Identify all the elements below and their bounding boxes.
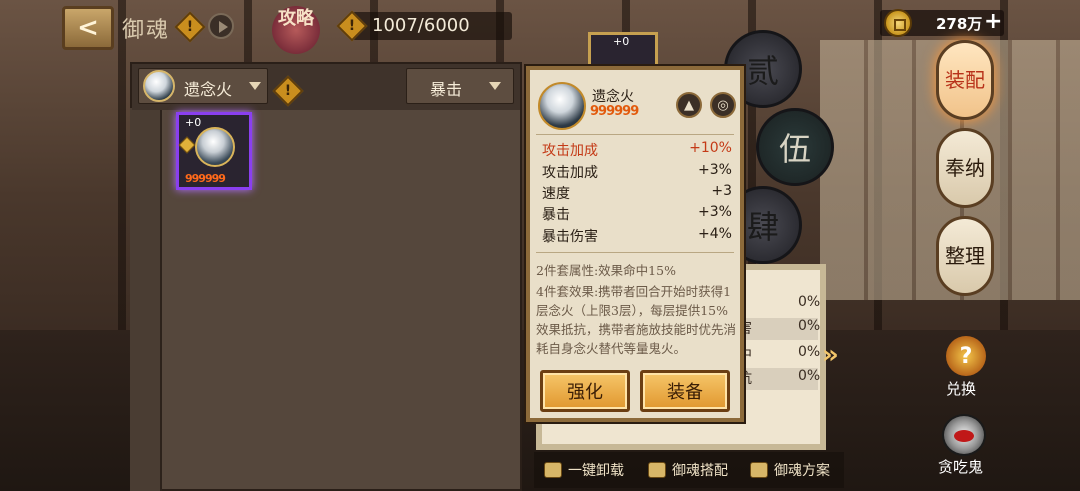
- divider: [536, 134, 734, 135]
- match-icon: [648, 462, 666, 478]
- unequip-icon: [544, 462, 562, 478]
- divider: [536, 252, 734, 253]
- equip-button[interactable]: 装备: [640, 370, 730, 412]
- coin-amount: 278万: [936, 15, 983, 33]
- play-icon[interactable]: [208, 13, 234, 39]
- set-avatar-icon: [143, 70, 175, 102]
- exchange-label[interactable]: 兑换: [946, 378, 976, 399]
- soul-count: 1007/6000: [372, 15, 470, 36]
- chevron-right-icon[interactable]: »: [822, 340, 850, 370]
- back-arrow-icon: <: [77, 13, 99, 43]
- sub-stat: 暴击 +3%: [542, 204, 732, 223]
- guide-button[interactable]: 攻略: [272, 6, 320, 54]
- offer-tab[interactable]: 奉纳: [936, 128, 994, 208]
- unequip-all-button[interactable]: 一键卸载: [544, 460, 624, 480]
- chevron-down-icon: [489, 82, 501, 90]
- tooltip-name: 遗念火: [592, 89, 634, 105]
- soul-item-card[interactable]: +0 999999: [176, 112, 252, 190]
- soul-stars: 999999: [185, 172, 226, 185]
- add-coin-button[interactable]: +: [984, 11, 1004, 33]
- lock-icon[interactable]: ▲: [676, 92, 702, 118]
- sub-stat: 攻击加成 +3%: [542, 162, 732, 181]
- sub-stat: 暴击伤害 +4%: [542, 226, 732, 245]
- slot-tag-5[interactable]: 伍: [756, 108, 834, 186]
- back-button[interactable]: <: [62, 6, 114, 50]
- equip-tab[interactable]: 装配: [936, 40, 994, 120]
- ghost-label[interactable]: 贪吃鬼: [938, 456, 983, 477]
- sub-stat: 速度 +3: [542, 183, 732, 202]
- inventory-sidebar: [130, 108, 162, 491]
- coin-icon: [884, 9, 912, 37]
- tooltip-avatar: [538, 82, 586, 130]
- exchange-icon[interactable]: ?: [946, 336, 986, 376]
- info-icon[interactable]: !: [174, 11, 206, 43]
- soul-plan-button[interactable]: 御魂方案: [750, 460, 830, 480]
- stat-filter-label: 暴击: [430, 80, 463, 99]
- slot-card-top[interactable]: +0: [588, 32, 658, 68]
- set2-effect: 2件套属性:效果命中15%: [536, 263, 676, 278]
- top-bar: < 御魂 ! 攻略 ! 1007/6000 278万 +: [0, 0, 1080, 58]
- enhance-button[interactable]: 强化: [540, 370, 630, 412]
- plan-icon: [750, 462, 768, 478]
- main-stat: 攻击加成 +10%: [542, 140, 732, 159]
- page-title: 御魂: [122, 18, 171, 43]
- attr-row: 抗 0%: [738, 368, 820, 390]
- attr-row: 0%: [798, 294, 821, 310]
- discard-icon[interactable]: ◎: [710, 92, 736, 118]
- set4-effect: 4件套效果:携带者回合开始时获得1层念火（上限3层），每层提供15%效果抵抗，携…: [536, 284, 737, 356]
- sort-tab[interactable]: 整理: [936, 216, 994, 296]
- ghost-icon[interactable]: [942, 414, 986, 456]
- slot-gem-icon: [178, 136, 196, 154]
- tooltip-stars: 999999: [590, 104, 639, 119]
- attr-row: 害 0%: [738, 318, 820, 340]
- soul-match-button[interactable]: 御魂搭配: [648, 460, 728, 480]
- attr-row: 中 0%: [738, 344, 821, 363]
- soul-portrait: [195, 127, 235, 167]
- chevron-down-icon: [249, 82, 261, 90]
- set-filter-label: 遗念火: [184, 80, 233, 99]
- slot-level: +0: [613, 35, 630, 48]
- soul-level: +0: [185, 116, 202, 129]
